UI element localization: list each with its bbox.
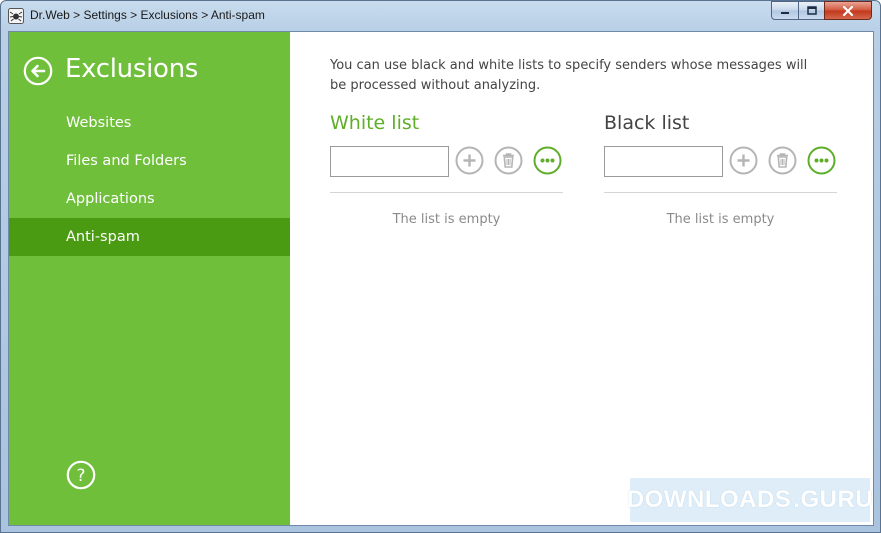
black-list-empty-text: The list is empty [666,212,775,227]
white-list-delete-icon[interactable] [494,146,523,175]
black-list-controls [604,146,839,180]
client-area: Exclusions Websites Files and Folders Ap… [8,31,874,526]
white-list-divider [330,192,563,193]
black-list-title: Black list [604,112,690,134]
white-list-section: White list The list is empty [330,110,565,227]
svg-text:?: ? [76,466,85,486]
close-button[interactable] [824,1,872,20]
black-list-more-icon[interactable] [807,146,836,175]
description-text: You can use black and white lists to spe… [330,58,808,93]
sidebar-item-applications[interactable]: Applications [9,180,290,218]
drweb-spider-icon [8,8,24,24]
watermark-text-left: DOWNLOADS [626,486,792,513]
app-window: Dr.Web > Settings > Exclusions > Anti-sp… [0,0,881,533]
maximize-button[interactable] [798,1,825,20]
sidebar: Exclusions Websites Files and Folders Ap… [9,32,290,525]
main-panel: You can use black and white lists to spe… [290,32,873,525]
black-list-input[interactable] [604,146,723,177]
maximize-icon [806,5,817,15]
white-list-more-icon[interactable] [533,146,562,175]
back-arrow-icon[interactable] [23,56,53,86]
black-list-section: Black list The list is empty [604,110,839,227]
watermark-text-right: .GURU [793,486,874,513]
white-list-empty-text: The list is empty [392,212,501,227]
sidebar-item-websites[interactable]: Websites [9,104,290,142]
close-icon [842,5,854,16]
white-list-controls [330,146,565,180]
sidebar-item-anti-spam[interactable]: Anti-spam [9,218,290,256]
minimize-button[interactable] [771,1,799,20]
sidebar-title: Exclusions [65,54,199,84]
downloads-guru-watermark: DOWNLOADS .GURU [626,478,874,522]
white-list-add-icon[interactable] [455,146,484,175]
white-list-input[interactable] [330,146,449,177]
title-bar[interactable]: Dr.Web > Settings > Exclusions > Anti-sp… [1,1,880,31]
black-list-add-icon[interactable] [729,146,758,175]
black-list-divider [604,192,837,193]
white-list-title: White list [330,112,420,134]
black-list-delete-icon[interactable] [768,146,797,175]
minimize-icon [781,11,789,14]
sidebar-item-files-and-folders[interactable]: Files and Folders [9,142,290,180]
help-icon[interactable]: ? [66,460,96,490]
window-title: Dr.Web > Settings > Exclusions > Anti-sp… [30,8,265,22]
